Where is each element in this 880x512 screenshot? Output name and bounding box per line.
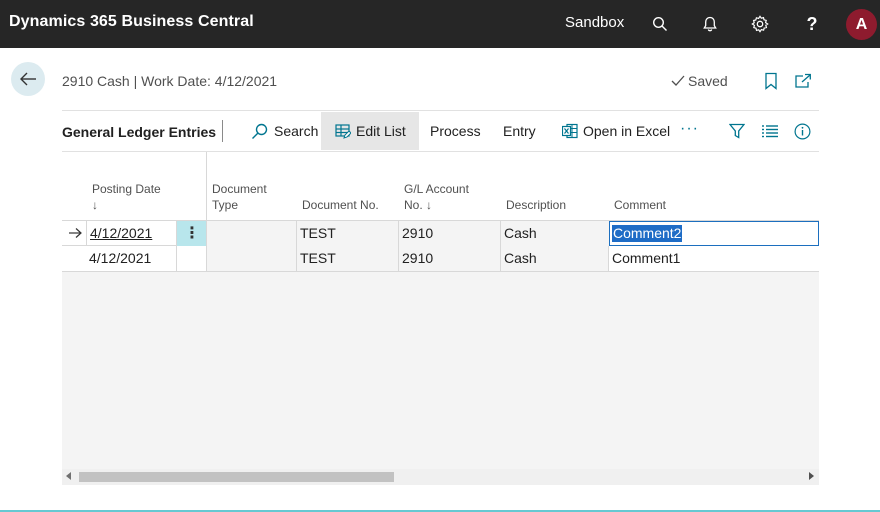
- top-bar: Dynamics 365 Business Central Sandbox ? …: [0, 0, 880, 48]
- checkmark-icon: [671, 75, 685, 86]
- document-no-cell: TEST: [296, 221, 399, 246]
- scroll-right-arrow-icon[interactable]: [809, 472, 814, 480]
- table-row[interactable]: 4/12/2021 TEST 2910 Cash Comment1: [62, 246, 819, 272]
- open-new-window-icon[interactable]: [793, 71, 813, 91]
- posting-date-link[interactable]: 4/12/2021: [90, 225, 152, 241]
- row-indicator-arrow-icon: [69, 228, 82, 238]
- scrollbar-thumb[interactable]: [79, 472, 394, 482]
- filter-icon[interactable]: [728, 122, 746, 140]
- column-header-document-no[interactable]: Document No.: [302, 197, 379, 213]
- entry-action[interactable]: Entry: [503, 112, 536, 150]
- row-context-cell[interactable]: [176, 246, 207, 271]
- actionbar-separator: [222, 120, 223, 142]
- search-action-label: Search: [274, 123, 319, 139]
- column-header-comment[interactable]: Comment: [614, 197, 666, 213]
- help-icon[interactable]: ?: [800, 12, 824, 36]
- column-header-document-type[interactable]: Document Type: [212, 181, 267, 213]
- search-icon[interactable]: [648, 12, 672, 36]
- column-header-gl-account-no[interactable]: G/L Account No. ↓: [404, 181, 469, 213]
- actionbar-bottom-divider: [62, 151, 819, 152]
- column-header-line: Type: [212, 198, 239, 212]
- document-no-cell: TEST: [296, 246, 399, 271]
- horizontal-scrollbar[interactable]: [62, 469, 819, 485]
- actionbar-top-divider: [62, 110, 819, 111]
- description-cell: Cash: [500, 221, 609, 246]
- edit-list-action[interactable]: Edit List: [321, 112, 419, 150]
- comment-cell[interactable]: Comment1: [608, 246, 819, 271]
- back-arrow-icon: [20, 72, 36, 86]
- excel-icon: [562, 123, 578, 139]
- column-header-description[interactable]: Description: [506, 197, 566, 213]
- more-actions-icon[interactable]: ···: [680, 120, 699, 138]
- column-header-line: Document No.: [302, 198, 379, 212]
- app-title[interactable]: Dynamics 365 Business Central: [9, 13, 254, 31]
- sort-descending-icon: ↓: [92, 198, 98, 212]
- posting-date-cell[interactable]: 4/12/2021: [86, 246, 177, 271]
- gl-account-no-cell: 2910: [398, 246, 501, 271]
- description-cell: Cash: [500, 246, 609, 271]
- entry-label: Entry: [503, 123, 536, 139]
- section-title: General Ledger Entries: [62, 124, 217, 140]
- column-header-line: Comment: [614, 198, 667, 212]
- page-title: 2910 Cash | Work Date: 4/12/2021: [62, 73, 278, 89]
- comment-selected-text[interactable]: Comment2: [612, 225, 683, 242]
- settings-gear-icon[interactable]: [748, 12, 772, 36]
- column-header-line: G/L Account: [404, 182, 469, 196]
- saved-status: Saved: [671, 73, 728, 89]
- scroll-left-arrow-icon[interactable]: [66, 472, 71, 480]
- user-avatar[interactable]: A: [846, 9, 877, 40]
- posting-date-cell[interactable]: 4/12/2021: [86, 221, 177, 246]
- notification-bell-icon[interactable]: [698, 12, 722, 36]
- column-header-line: No. ↓: [404, 198, 433, 212]
- info-icon[interactable]: [793, 122, 811, 140]
- back-button[interactable]: [11, 62, 45, 96]
- edit-list-label: Edit List: [356, 123, 406, 139]
- search-action[interactable]: Search: [251, 112, 318, 150]
- list-view-icon[interactable]: [761, 122, 779, 140]
- comment-edit-field[interactable]: Comment2: [609, 221, 819, 246]
- document-type-cell: [206, 246, 297, 271]
- edit-list-icon: [335, 124, 351, 139]
- frozen-column-divider: [206, 152, 207, 222]
- process-action[interactable]: Process: [430, 112, 481, 150]
- row-context-menu-icon[interactable]: ⋮: [176, 221, 207, 246]
- column-header-line: Posting Date: [92, 182, 161, 196]
- bookmark-icon[interactable]: [761, 71, 781, 91]
- column-header-line: Description: [506, 198, 567, 212]
- grid-empty-area: [62, 272, 819, 485]
- open-in-excel-action[interactable]: Open in Excel: [562, 112, 670, 150]
- document-type-cell: [206, 221, 297, 246]
- column-header-posting-date[interactable]: Posting Date ↓: [92, 181, 161, 213]
- column-header-line: Document: [212, 182, 267, 196]
- search-icon: [252, 123, 268, 139]
- gl-account-no-cell: 2910: [398, 221, 501, 246]
- environment-name: Sandbox: [565, 14, 625, 31]
- open-in-excel-label: Open in Excel: [583, 123, 671, 139]
- process-label: Process: [430, 123, 481, 139]
- saved-label: Saved: [688, 73, 728, 89]
